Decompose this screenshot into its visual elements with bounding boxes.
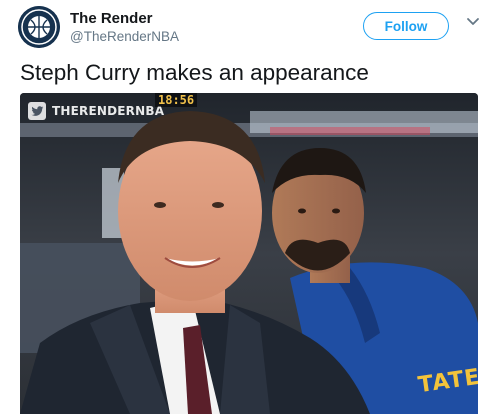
video-media[interactable]: THERENDERNBA 18:56 TATE — [20, 93, 478, 414]
tweet-menu-button[interactable] — [466, 17, 480, 31]
twitter-bird-icon — [28, 102, 46, 120]
watermark-text: THERENDERNBA — [52, 104, 165, 118]
video-frame-scene — [20, 93, 478, 414]
account-avatar[interactable] — [18, 6, 60, 48]
tweet-text: Steph Curry makes an appearance — [20, 60, 369, 85]
basketball-logo-icon — [18, 6, 60, 48]
tweet-card: The Render @TheRenderNBA Follow Steph Cu… — [0, 0, 500, 414]
follow-button[interactable]: Follow — [363, 12, 449, 40]
scoreboard-clock: 18:56 — [155, 93, 198, 107]
chevron-down-icon — [467, 18, 479, 25]
display-name[interactable]: The Render — [70, 10, 153, 27]
watermark: THERENDERNBA — [28, 101, 164, 121]
account-handle[interactable]: @TheRenderNBA — [70, 29, 179, 44]
